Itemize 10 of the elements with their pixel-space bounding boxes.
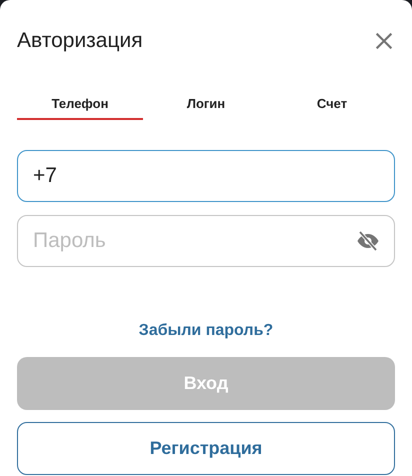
eye-slash-icon[interactable] <box>356 229 380 253</box>
password-field[interactable]: Пароль <box>17 215 395 267</box>
tab[interactable]: Счет <box>269 90 395 120</box>
close-icon[interactable] <box>373 30 395 52</box>
tab[interactable]: Логин <box>143 90 269 120</box>
forgot-password-link[interactable]: Забыли пароль? <box>138 319 274 343</box>
tab[interactable]: Телефон <box>17 90 143 120</box>
register-button[interactable]: Регистрация <box>17 422 395 475</box>
phone-field[interactable]: +7 <box>17 150 395 202</box>
dialog-title: Авторизация <box>17 28 143 54</box>
